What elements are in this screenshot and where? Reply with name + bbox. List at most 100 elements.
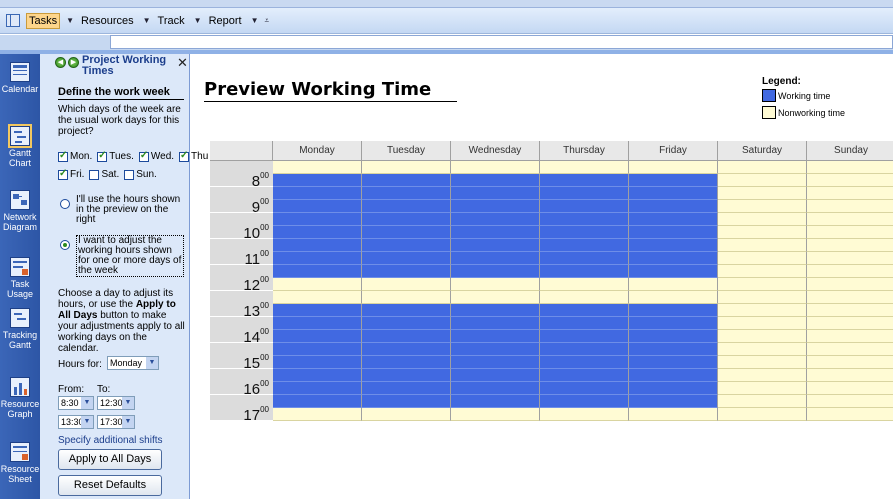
view-calendar[interactable]: Calendar [0,62,40,94]
project-guide-toggle-icon[interactable] [6,14,20,27]
nonworking-time-slot [718,356,807,369]
chevron-down-icon[interactable]: ▼ [194,16,202,25]
nonworking-time-slot [540,408,629,421]
checkbox-tue[interactable] [97,150,108,162]
toolbar-options-icon[interactable]: ⩡ [265,16,270,26]
back-icon[interactable]: ◀ [55,57,66,68]
view-task-usage-label: Task Usage [6,279,33,299]
resource-graph-icon [10,377,30,397]
toolbar-resources-menu[interactable]: Resources [78,13,137,29]
day-header: Monday [273,141,362,161]
radio-adjust-hours[interactable] [60,240,70,250]
view-tracking-gantt[interactable]: Tracking Gantt [0,308,40,350]
working-time-slot [451,356,540,369]
nonworking-time-slot [362,291,451,304]
view-resource-sheet[interactable]: Resource Sheet [0,442,40,484]
shift1-to-select[interactable]: 12:30 ▼ [97,396,135,410]
working-time-slot [273,252,362,265]
toolbar-tasks-menu[interactable]: Tasks [26,12,61,29]
entry-field[interactable] [110,35,893,49]
working-time-slot [362,304,451,317]
chevron-down-icon[interactable]: ▼ [143,16,151,25]
close-icon[interactable]: ✕ [177,55,188,71]
working-time-slot [540,213,629,226]
legend-working-label: Working time [778,90,831,101]
checkbox-wed[interactable] [138,150,149,162]
working-time-slot [540,200,629,213]
forward-icon[interactable]: ▶ [68,57,79,68]
chevron-down-icon: ▼ [81,416,93,428]
nonworking-time-slot [807,174,893,187]
working-time-slot [451,265,540,278]
nonworking-time-slot [807,239,893,252]
working-time-slot [362,382,451,395]
view-gantt-chart[interactable]: Gantt Chart [0,124,40,168]
working-time-slot [362,239,451,252]
working-time-slot [540,356,629,369]
nonworking-time-slot [807,252,893,265]
working-time-slot [629,239,718,252]
hours-for-select[interactable]: Monday ▼ [107,356,159,370]
working-time-slot [273,213,362,226]
shift1-from-select[interactable]: 8:30 ▼ [58,396,94,410]
to-label: To: [97,384,111,395]
working-time-slot [273,343,362,356]
working-time-slot [629,304,718,317]
toolbar-track-menu[interactable]: Track [155,13,188,29]
working-time-slot [273,226,362,239]
calendar-corner [210,141,273,161]
nonworking-time-slot [718,213,807,226]
nonworking-time-slot [807,291,893,304]
checkbox-mon[interactable] [58,150,68,162]
nonworking-time-slot [807,265,893,278]
checkbox-mon-label: Mon. [70,151,93,162]
working-time-slot [362,226,451,239]
nonworking-time-slot [718,278,807,291]
checkbox-wed-label: Wed. [150,151,175,162]
working-time-slot [273,317,362,330]
checkbox-sun[interactable] [124,169,135,180]
hour-label: 1700 [210,395,273,424]
working-time-slot [451,226,540,239]
working-time-slot [451,369,540,382]
legend-working: Working time [762,89,830,102]
nonworking-time-slot [540,161,629,174]
nonworking-time-slot [718,265,807,278]
view-resource-graph[interactable]: Resource Graph [0,377,40,419]
working-time-slot [273,187,362,200]
hour-label: 1100 [210,239,273,268]
nonworking-time-slot [451,291,540,304]
working-time-slot [629,226,718,239]
shift1-to-value: 12:30 [100,398,123,408]
nonworking-time-slot [718,330,807,343]
view-network-diagram[interactable]: Network Diagram [0,190,40,232]
network-diagram-icon [10,190,30,210]
nonworking-time-slot [362,161,451,174]
nonworking-time-slot [718,343,807,356]
nonworking-time-slot [807,330,893,343]
pane-body: Define the work week Which days of the w… [58,86,188,137]
chevron-down-icon[interactable]: ▼ [66,16,74,25]
checkbox-sat[interactable] [89,169,100,180]
checkbox-thu[interactable] [179,150,190,162]
reset-defaults-button[interactable]: Reset Defaults [58,475,162,496]
shift2-from-select[interactable]: 13:30 ▼ [58,415,94,429]
additional-shifts-link[interactable]: Specify additional shifts [58,435,163,446]
checkbox-tue-label: Tues. [109,151,134,162]
working-time-slot [362,174,451,187]
legend-title: Legend: [762,76,801,87]
radio-use-preview-hours[interactable] [60,199,70,209]
checkbox-fri[interactable] [58,168,68,180]
workdays-question: Which days of the week are the usual wor… [58,104,181,137]
nonworking-time-slot [273,161,362,174]
apply-to-all-days-button[interactable]: Apply to All Days [58,449,162,470]
nonworking-time-slot [807,356,893,369]
toolbar-report-menu[interactable]: Report [206,13,245,29]
nonworking-time-slot [718,239,807,252]
chevron-down-icon[interactable]: ▼ [251,16,259,25]
view-task-usage[interactable]: Task Usage [0,257,40,299]
hour-label: 1000 [210,213,273,242]
radio-use-preview-hours-label: I'll use the hours shown in the preview … [76,194,181,225]
view-tracking-gantt-label: Tracking Gantt [2,330,38,350]
shift2-to-select[interactable]: 17:30 ▼ [97,415,135,429]
